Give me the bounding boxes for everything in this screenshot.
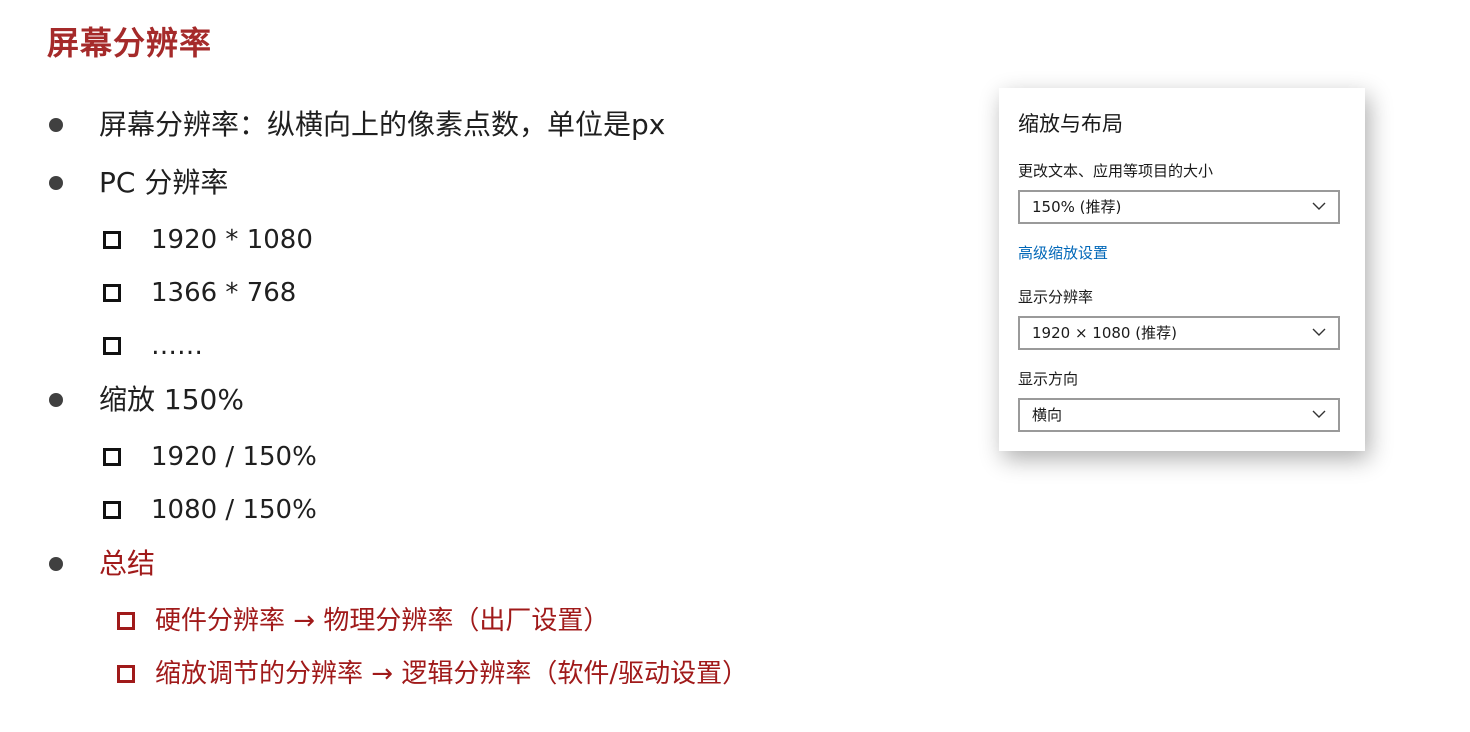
bullet-item: 缩放 150% [45, 375, 945, 433]
chevron-down-icon [1312, 202, 1326, 210]
scale-layout-panel: 缩放与布局 更改文本、应用等项目的大小 150% (推荐) 高级缩放设置 显示分… [999, 88, 1365, 451]
sub-bullet-text: 缩放调节的分辨率 → 逻辑分辨率（软件/驱动设置） [155, 659, 749, 689]
scale-dropdown[interactable]: 150% (推荐) [1018, 190, 1340, 224]
bullet-dot-icon [49, 118, 63, 132]
bullet-dot-icon [49, 176, 63, 190]
square-bullet-icon [117, 665, 135, 683]
bullet-text: PC 分辨率 [99, 166, 229, 199]
square-bullet-icon [117, 612, 135, 630]
resolution-label: 显示分辨率 [1018, 288, 1094, 306]
orientation-value: 横向 [1032, 406, 1063, 424]
resolution-value: 1920 × 1080 (推荐) [1032, 324, 1177, 342]
bullet-item: PC 分辨率 [45, 158, 945, 216]
slide-title: 屏幕分辨率 [47, 24, 213, 62]
sub-bullet-text: 1920 / 150% [151, 442, 317, 472]
bullet-item-summary: 总结 [45, 539, 945, 597]
orientation-label: 显示方向 [1018, 370, 1079, 388]
scale-value: 150% (推荐) [1032, 198, 1122, 216]
sub-bullet-text: 硬件分辨率 → 物理分辨率（出厂设置） [155, 606, 610, 636]
sub-bullet-text: …… [151, 331, 203, 361]
sub-bullet-item: 1920 / 150% [45, 433, 945, 486]
orientation-dropdown[interactable]: 横向 [1018, 398, 1340, 432]
square-bullet-icon [103, 448, 121, 466]
square-bullet-icon [103, 337, 121, 355]
resolution-dropdown[interactable]: 1920 × 1080 (推荐) [1018, 316, 1340, 350]
square-bullet-icon [103, 284, 121, 302]
sub-bullet-item: 1080 / 150% [45, 486, 945, 539]
sub-bullet-item: 1920 * 1080 [45, 216, 945, 269]
panel-title: 缩放与布局 [1018, 112, 1123, 136]
square-bullet-icon [103, 501, 121, 519]
sub-bullet-item: 1366 * 768 [45, 269, 945, 322]
bullet-text: 缩放 150% [99, 383, 244, 416]
sub-bullet-item: …… [45, 322, 945, 375]
sub-bullet-item: 缩放调节的分辨率 → 逻辑分辨率（软件/驱动设置） [45, 650, 945, 703]
chevron-down-icon [1312, 410, 1326, 418]
sub-bullet-text: 1920 * 1080 [151, 225, 313, 255]
bullet-dot-icon [49, 557, 63, 571]
bullet-dot-icon [49, 393, 63, 407]
chevron-down-icon [1312, 328, 1326, 336]
bullet-item: 屏幕分辨率：纵横向上的像素点数，单位是px [45, 100, 945, 158]
sub-bullet-text: 1366 * 768 [151, 278, 297, 308]
scale-label: 更改文本、应用等项目的大小 [1018, 162, 1214, 180]
bullet-text: 总结 [99, 547, 156, 580]
advanced-scaling-link[interactable]: 高级缩放设置 [1018, 242, 1108, 263]
sub-bullet-text: 1080 / 150% [151, 495, 317, 525]
sub-bullet-item: 硬件分辨率 → 物理分辨率（出厂设置） [45, 597, 945, 650]
square-bullet-icon [103, 231, 121, 249]
bullet-list: 屏幕分辨率：纵横向上的像素点数，单位是px PC 分辨率 1920 * 1080… [45, 100, 945, 703]
slide: 屏幕分辨率 屏幕分辨率：纵横向上的像素点数，单位是px PC 分辨率 1920 … [0, 0, 1470, 732]
bullet-text: 屏幕分辨率：纵横向上的像素点数，单位是px [99, 108, 666, 141]
